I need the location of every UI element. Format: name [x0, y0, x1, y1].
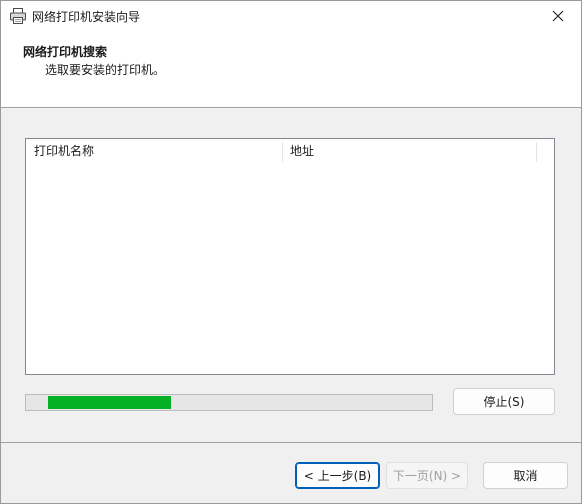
next-button[interactable]: 下一页(N) >	[386, 462, 468, 489]
window-title: 网络打印机安装向导	[32, 10, 141, 24]
page-subtitle: 选取要安装的打印机。	[45, 63, 166, 77]
column-header-printer-name[interactable]: 打印机名称	[26, 139, 282, 163]
back-button[interactable]: < 上一步(B)	[295, 462, 380, 489]
cancel-button[interactable]: 取消	[483, 462, 568, 489]
column-divider[interactable]	[536, 142, 537, 162]
wizard-window: 网络打印机安装向导 网络打印机搜索 选取要安装的打印机。 打印机名称 地址 停止…	[0, 0, 582, 504]
printer-icon	[10, 8, 26, 24]
stop-button[interactable]: 停止(S)	[453, 388, 555, 415]
close-icon	[552, 10, 564, 22]
title-bar: 网络打印机安装向导	[1, 1, 581, 31]
printer-list[interactable]: 打印机名称 地址	[25, 138, 555, 375]
search-progress-bar	[25, 394, 433, 411]
list-header: 打印机名称 地址	[26, 139, 554, 163]
page-title: 网络打印机搜索	[23, 45, 108, 59]
footer-divider	[1, 442, 581, 443]
progress-fill	[48, 396, 171, 409]
close-button[interactable]	[535, 1, 581, 31]
header-divider	[1, 107, 581, 108]
wizard-header: 网络打印机搜索 选取要安装的打印机。	[1, 31, 581, 107]
column-header-address[interactable]: 地址	[282, 139, 536, 163]
